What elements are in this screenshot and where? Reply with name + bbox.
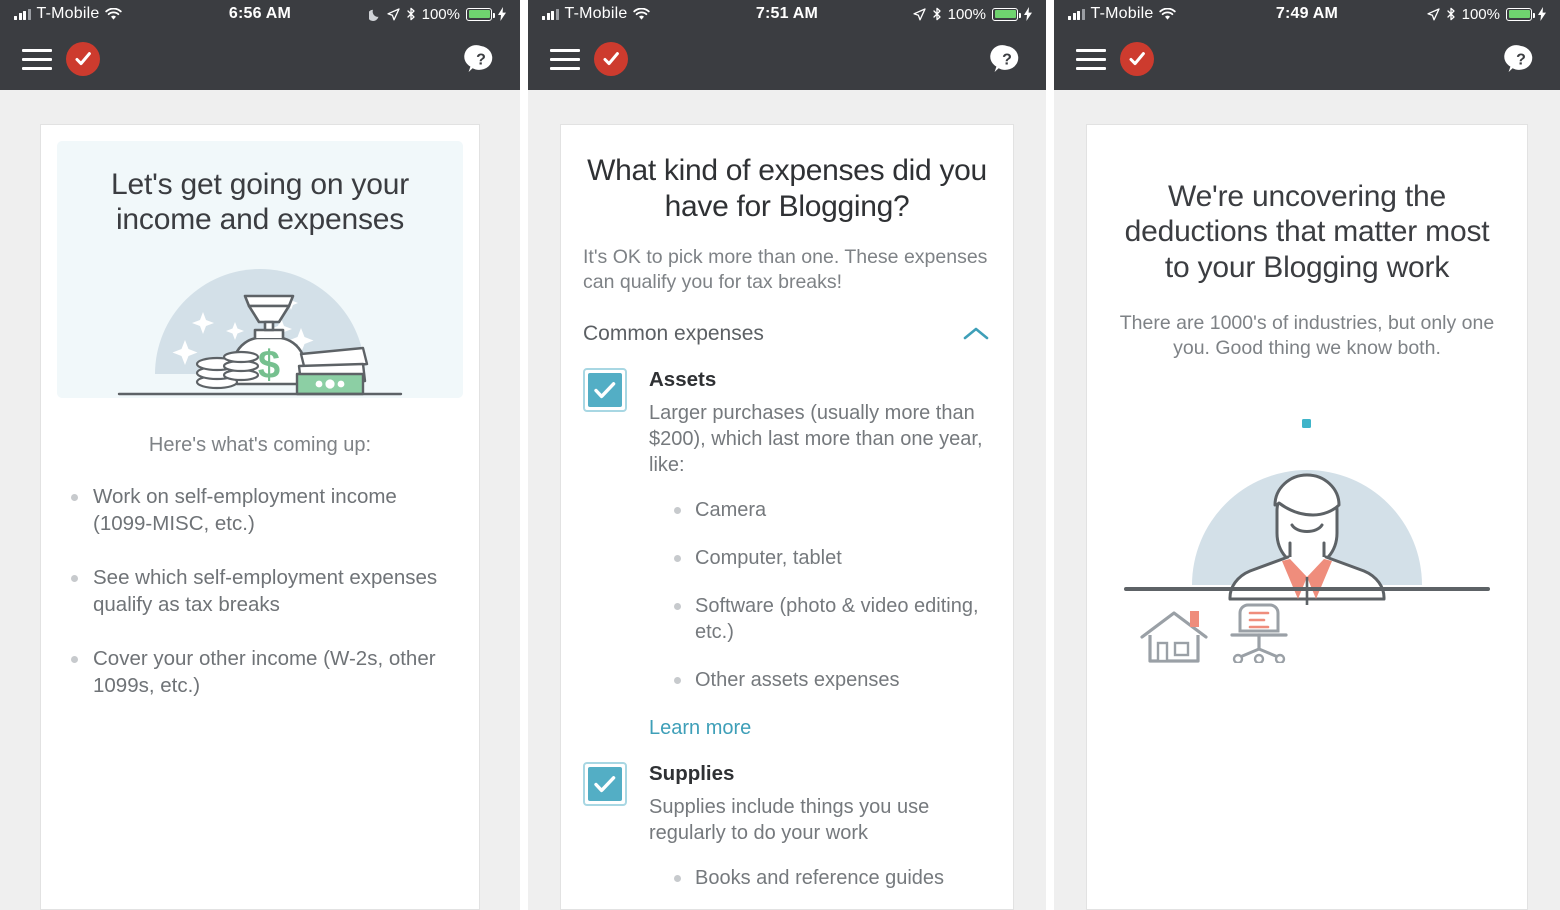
- location-arrow-icon: [1426, 7, 1440, 20]
- option-description: Larger purchases (usually more than $200…: [649, 401, 983, 477]
- option-description: Supplies include things you use regularl…: [649, 795, 930, 845]
- checkbox-supplies[interactable]: [583, 761, 627, 806]
- house-icon: [1140, 611, 1208, 663]
- list-item: Other assets expenses: [671, 667, 991, 693]
- page-title: Let's get going on your income and expen…: [110, 168, 409, 237]
- hamburger-menu-icon[interactable]: [1076, 48, 1106, 70]
- status-bar-right: 100%: [1426, 5, 1546, 23]
- option-examples-list: Books and reference guides: [671, 865, 991, 891]
- checkmark-icon: [594, 775, 616, 792]
- status-bar-right: 100%: [912, 5, 1032, 23]
- option-body: Supplies Supplies include things you use…: [649, 761, 991, 909]
- help-bubble-glyph-icon: ?: [1504, 45, 1533, 72]
- hero-panel: Let's get going on your income and expen…: [57, 141, 463, 398]
- list-item: Computer, tablet: [671, 545, 991, 571]
- expense-option-supplies[interactable]: Supplies Supplies include things you use…: [561, 740, 1013, 909]
- upcoming-steps-list: Work on self-employment income (1099-MIS…: [67, 483, 449, 699]
- charging-bolt-icon: [1538, 7, 1546, 21]
- check-glyph-icon: [603, 52, 619, 66]
- svg-text:?: ?: [1002, 52, 1012, 69]
- person-at-desk-with-house-and-office-chair-illustration: [1124, 419, 1490, 664]
- red-check-logo-icon[interactable]: [594, 42, 628, 76]
- help-bubble-glyph-icon: ?: [464, 45, 493, 72]
- page-body: We're uncovering the deductions that mat…: [1054, 90, 1560, 910]
- bluetooth-icon: [406, 7, 415, 21]
- charging-bolt-icon: [498, 7, 506, 21]
- svg-text:?: ?: [1516, 52, 1526, 69]
- screen-expense-categories: T-Mobile 7:51 AM 100% ? What kind of exp…: [528, 0, 1046, 910]
- bluetooth-icon: [932, 7, 941, 21]
- check-glyph-icon: [75, 52, 91, 66]
- checkbox-fill: [588, 372, 622, 407]
- hamburger-menu-icon[interactable]: [22, 48, 52, 70]
- battery-icon: [992, 7, 1021, 21]
- list-item: Books and reference guides: [671, 865, 991, 891]
- expense-option-assets[interactable]: Assets Larger purchases (usually more th…: [561, 346, 1013, 740]
- option-title: Supplies: [649, 761, 735, 785]
- learn-more-link[interactable]: Learn more: [649, 717, 751, 740]
- status-bar: T-Mobile 6:56 AM 100%: [0, 0, 520, 28]
- battery-percent-label: 100%: [1461, 5, 1500, 23]
- bluetooth-icon: [1446, 7, 1455, 21]
- location-arrow-icon: [386, 7, 400, 20]
- three-phone-screenshots: T-Mobile 6:56 AM 100% ? Let's get going …: [0, 0, 1560, 910]
- section-label: Common expenses: [583, 321, 764, 345]
- common-expenses-section-header[interactable]: Common expenses: [561, 296, 1013, 346]
- hamburger-menu-icon[interactable]: [550, 48, 580, 70]
- option-examples-list: Camera Computer, tablet Software (photo …: [671, 497, 991, 693]
- list-item: Camera: [671, 497, 991, 523]
- charging-bolt-icon: [1024, 7, 1032, 21]
- checkbox-assets[interactable]: [583, 367, 627, 412]
- battery-icon: [466, 7, 495, 21]
- check-glyph-icon: [1129, 52, 1145, 66]
- help-bubble-glyph-icon: ?: [990, 45, 1019, 72]
- chevron-up-icon[interactable]: [961, 325, 991, 343]
- list-item: Software (photo & video editing, etc.): [671, 593, 991, 645]
- option-title: Assets: [649, 367, 717, 391]
- screen-income-and-expenses-intro: T-Mobile 6:56 AM 100% ? Let's get going …: [0, 0, 520, 910]
- help-speech-bubble-icon[interactable]: ?: [464, 42, 498, 76]
- content-card: Let's get going on your income and expen…: [40, 124, 480, 910]
- red-check-logo-icon[interactable]: [66, 42, 100, 76]
- option-body: Assets Larger purchases (usually more th…: [649, 368, 991, 740]
- red-check-logo-icon[interactable]: [1120, 42, 1154, 76]
- office-chair-icon: [1230, 603, 1288, 664]
- checkbox-fill: [588, 766, 622, 801]
- svg-text:$: $: [258, 343, 280, 387]
- page-subtitle: There are 1000's of industries, but only…: [1119, 312, 1495, 360]
- money-bag-coins-cash-illustration: $: [117, 268, 403, 395]
- page-title: We're uncovering the deductions that mat…: [1124, 180, 1490, 284]
- status-bar: T-Mobile 7:51 AM 100%: [528, 0, 1046, 28]
- coming-up-label: Here's what's coming up:: [148, 433, 372, 456]
- content-card: What kind of expenses did you have for B…: [560, 124, 1014, 910]
- moon-icon: [368, 9, 379, 21]
- location-arrow-icon: [912, 7, 926, 20]
- status-bar-right: 100%: [368, 5, 506, 23]
- battery-icon: [1506, 7, 1535, 21]
- app-nav-bar: ?: [0, 28, 520, 90]
- app-nav-bar: ?: [1054, 28, 1560, 90]
- page-body: Let's get going on your income and expen…: [0, 90, 520, 910]
- page-body: What kind of expenses did you have for B…: [528, 90, 1046, 910]
- help-speech-bubble-icon[interactable]: ?: [990, 42, 1024, 76]
- screen-uncovering-deductions: T-Mobile 7:49 AM 100% ? We're uncovering…: [1054, 0, 1560, 910]
- checkmark-icon: [594, 381, 616, 398]
- app-nav-bar: ?: [528, 28, 1046, 90]
- battery-percent-label: 100%: [421, 5, 460, 23]
- battery-percent-label: 100%: [947, 5, 986, 23]
- page-title: What kind of expenses did you have for B…: [587, 154, 987, 223]
- list-item: Work on self-employment income (1099-MIS…: [67, 483, 449, 537]
- status-bar: T-Mobile 7:49 AM 100%: [1054, 0, 1560, 28]
- help-speech-bubble-icon[interactable]: ?: [1504, 42, 1538, 76]
- list-item: See which self-employment expenses quali…: [67, 564, 449, 618]
- list-item: Cover your other income (W-2s, other 109…: [67, 645, 449, 699]
- content-card: We're uncovering the deductions that mat…: [1086, 124, 1528, 910]
- svg-text:?: ?: [476, 52, 486, 69]
- page-subtitle: It's OK to pick more than one. These exp…: [583, 246, 988, 294]
